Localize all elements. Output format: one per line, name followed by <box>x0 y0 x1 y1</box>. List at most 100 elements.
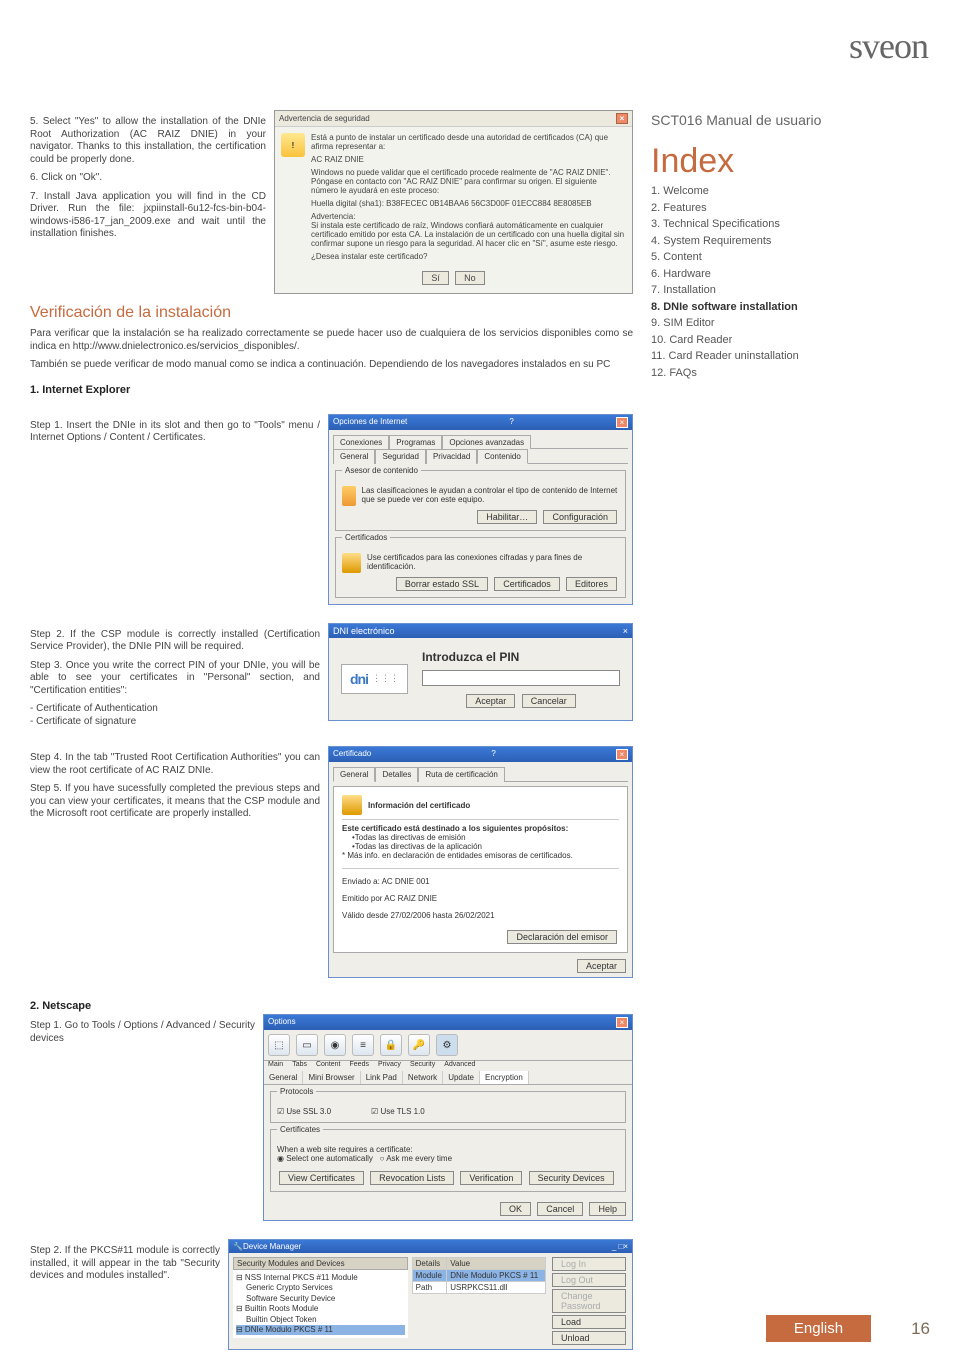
security-icon[interactable]: 🔑 <box>408 1034 430 1056</box>
group-text: When a web site requires a certificate: <box>277 1145 619 1154</box>
col-header: Details <box>412 1258 447 1270</box>
yes-button[interactable]: Sí <box>422 271 449 285</box>
advanced-icon[interactable]: ⚙ <box>436 1034 458 1056</box>
tab-label: Tabs <box>292 1061 307 1068</box>
index-item[interactable]: 11. Card Reader uninstallation <box>651 348 851 365</box>
index-item[interactable]: 6. Hardware <box>651 266 851 283</box>
subtab[interactable]: Update <box>443 1071 480 1084</box>
ok-button[interactable]: OK <box>500 1202 531 1216</box>
group-title: Asesor de contenido <box>342 466 421 475</box>
dialog-title: Certificado <box>333 749 371 760</box>
tab[interactable]: Ruta de certificación <box>418 767 504 782</box>
tab[interactable]: Detalles <box>375 767 418 782</box>
subtab[interactable]: Link Pad <box>361 1071 403 1084</box>
index-item[interactable]: 7. Installation <box>651 282 851 299</box>
tree-item[interactable]: Generic Crypto Services <box>236 1283 405 1293</box>
accept-button[interactable]: Aceptar <box>577 959 626 973</box>
index-item[interactable]: 1. Welcome <box>651 183 851 200</box>
index-item[interactable]: 4. System Requirements <box>651 233 851 250</box>
cell: DNIe Modulo PKCS # 11 <box>447 1270 546 1282</box>
accept-button[interactable]: Aceptar <box>466 694 515 708</box>
clear-ssl-button[interactable]: Borrar estado SSL <box>396 577 488 591</box>
tab[interactable]: Seguridad <box>375 449 425 464</box>
warn-line: Windows no puede validar que el certific… <box>311 168 626 195</box>
logout-button[interactable]: Log Out <box>552 1273 626 1287</box>
internet-options-dialog: Opciones de Internet? × Conexiones Progr… <box>328 414 633 605</box>
tree-item[interactable]: ⊟ Builtin Roots Module <box>236 1304 405 1314</box>
tab[interactable]: Privacidad <box>426 449 477 464</box>
feeds-icon[interactable]: ≡ <box>352 1034 374 1056</box>
help-button[interactable]: Help <box>589 1202 626 1216</box>
tls-checkbox[interactable]: Use TLS 1.0 <box>371 1107 425 1116</box>
close-icon[interactable]: × <box>616 749 628 760</box>
close-icon[interactable]: × <box>616 417 628 428</box>
view-certs-button[interactable]: View Certificates <box>279 1171 364 1185</box>
tabs-icon[interactable]: ▭ <box>296 1034 318 1056</box>
cell: Module <box>412 1270 447 1282</box>
close-icon[interactable]: × <box>616 1017 628 1028</box>
index-item[interactable]: 8. DNIe software installation <box>651 299 851 316</box>
tree-item[interactable]: Software Security Device <box>236 1294 405 1304</box>
login-button[interactable]: Log In <box>552 1257 626 1271</box>
privacy-icon[interactable]: 🔒 <box>380 1034 402 1056</box>
ie-step5: Step 5. If you have sucessfully complete… <box>30 783 320 821</box>
cancel-button[interactable]: Cancel <box>537 1202 583 1216</box>
cert-text: Enviado a: AC DNIE 001 <box>342 877 619 886</box>
index-item[interactable]: 3. Technical Specifications <box>651 216 851 233</box>
security-devices-button[interactable]: Security Devices <box>529 1171 614 1185</box>
radio-ask[interactable]: Ask me every time <box>380 1154 452 1163</box>
tab[interactable]: General <box>333 449 375 464</box>
change-pw-button[interactable]: Change Password <box>552 1289 626 1313</box>
close-icon[interactable]: × <box>623 626 628 636</box>
close-icon[interactable]: × <box>623 1242 628 1251</box>
step-5-text: 5. Select "Yes" to allow the installatio… <box>30 116 266 166</box>
tab[interactable]: Conexiones <box>333 435 389 449</box>
ns-step1: Step 1. Go to Tools / Options / Advanced… <box>30 1020 255 1045</box>
content-icon[interactable]: ◉ <box>324 1034 346 1056</box>
tree-item[interactable]: Builtin Object Token <box>236 1315 405 1325</box>
index-item[interactable]: 12. FAQs <box>651 365 851 382</box>
revocation-button[interactable]: Revocation Lists <box>370 1171 454 1185</box>
tree-item[interactable]: ⊟ NSS Internal PKCS #11 Module <box>236 1273 405 1283</box>
radio-auto[interactable]: Select one automatically <box>277 1154 373 1163</box>
subtab[interactable]: Network <box>403 1071 443 1084</box>
cert-icon <box>342 553 361 573</box>
subtab[interactable]: Mini Browser <box>303 1071 360 1084</box>
no-button[interactable]: No <box>455 271 485 285</box>
main-icon[interactable]: ⬚ <box>268 1034 290 1056</box>
pin-input[interactable] <box>422 670 620 686</box>
language-tag: English <box>766 1315 871 1342</box>
tree-item-selected[interactable]: ⊟ DNIe Modulo PKCS # 11 <box>236 1325 405 1335</box>
ssl-checkbox[interactable]: Use SSL 3.0 <box>277 1107 331 1116</box>
unload-button[interactable]: Unload <box>552 1331 626 1345</box>
publishers-button[interactable]: Editores <box>566 577 617 591</box>
index-item[interactable]: 2. Features <box>651 200 851 217</box>
warn-line: Está a punto de instalar un certificado … <box>311 133 626 151</box>
dialog-title: Options <box>268 1017 296 1028</box>
index-item[interactable]: 9. SIM Editor <box>651 315 851 332</box>
dialog-title: Advertencia de seguridad <box>279 114 370 123</box>
subtab[interactable]: General <box>264 1071 303 1084</box>
index-item[interactable]: 5. Content <box>651 249 851 266</box>
device-tree[interactable]: ⊟ NSS Internal PKCS #11 Module Generic C… <box>233 1270 408 1338</box>
netscape-options-dialog: Options× ⬚ ▭ ◉ ≡ 🔒 🔑 ⚙ Main Tabs <box>263 1014 633 1221</box>
close-icon[interactable]: × <box>616 113 628 124</box>
certificates-button[interactable]: Certificados <box>494 577 560 591</box>
group-text: Use certificados para las conexiones cif… <box>367 553 619 573</box>
load-button[interactable]: Load <box>552 1315 626 1329</box>
verification-button[interactable]: Verification <box>460 1171 522 1185</box>
sidebar: SCT016 Manual de usuario Index 1. Welcom… <box>651 110 851 1350</box>
issuer-statement-button[interactable]: Declaración del emisor <box>507 930 617 944</box>
footer: English 16 <box>766 1315 930 1342</box>
subtab-active[interactable]: Encryption <box>480 1071 529 1084</box>
enable-button[interactable]: Habilitar… <box>477 510 537 524</box>
tab[interactable]: Opciones avanzadas <box>442 435 531 449</box>
tab-active[interactable]: General <box>333 767 375 782</box>
cancel-button[interactable]: Cancelar <box>522 694 576 708</box>
config-button[interactable]: Configuración <box>543 510 617 524</box>
ie-step3b: - Certificate of signature <box>30 716 320 729</box>
index-item[interactable]: 10. Card Reader <box>651 332 851 349</box>
cert-text: •Todas las directivas de la aplicación <box>342 842 619 851</box>
tab[interactable]: Programas <box>389 435 442 449</box>
tab-active[interactable]: Contenido <box>477 449 527 464</box>
